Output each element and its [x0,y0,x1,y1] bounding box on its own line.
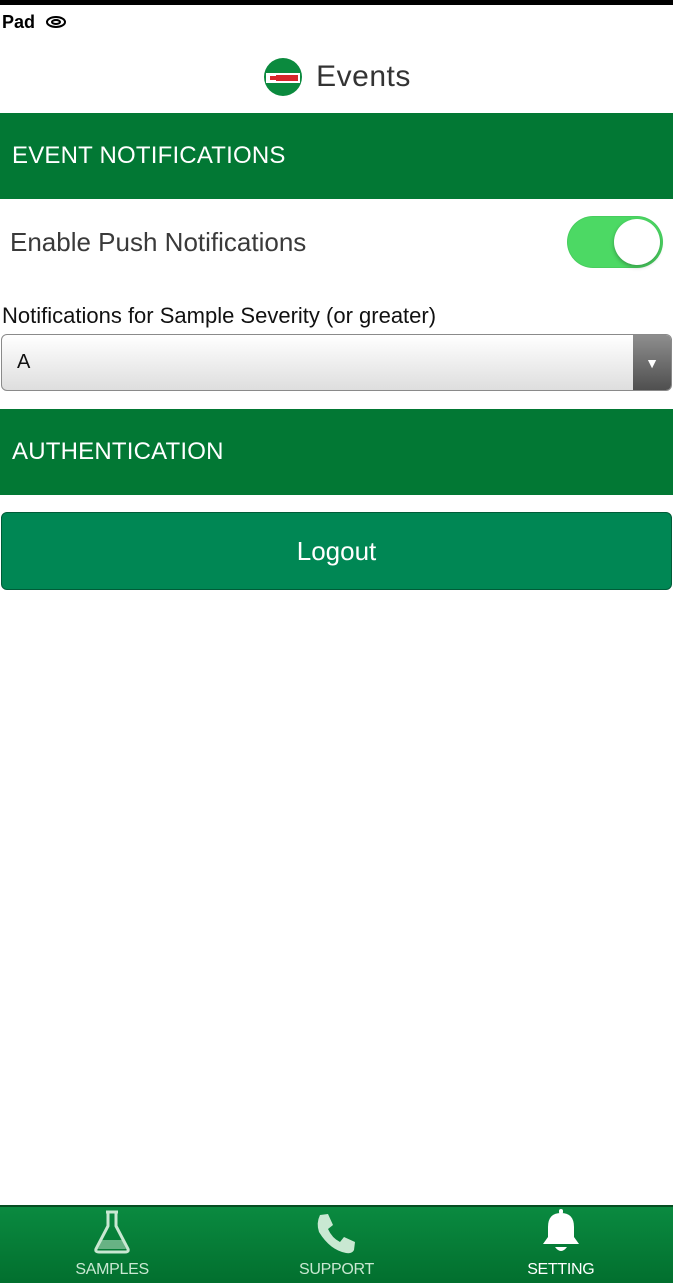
carrier-label: Pad [2,11,36,32]
severity-label: Notifications for Sample Severity (or gr… [2,303,437,328]
severity-selected-value: A [17,351,31,373]
push-notifications-toggle[interactable] [567,216,663,268]
app-logo-icon [262,57,304,97]
tab-samples-label: SAMPLES [75,1261,149,1278]
status-bar: Pad [0,10,673,34]
severity-select[interactable]: A ▼ [1,334,672,391]
logout-button[interactable]: Logout [1,512,672,590]
push-notifications-row: Enable Push Notifications [0,199,673,285]
tab-setting-label: SETTING [527,1261,595,1278]
tab-samples[interactable]: SAMPLES [0,1207,224,1283]
bell-icon [540,1209,582,1255]
flask-icon [92,1209,132,1255]
tab-support-label: SUPPORT [299,1261,374,1278]
page-title: Events [316,60,411,93]
chevron-down-icon: ▼ [633,335,671,390]
push-notifications-label: Enable Push Notifications [10,226,307,257]
bottom-tab-bar: SAMPLES SUPPORT SETTING [0,1205,673,1283]
toggle-knob [614,219,660,265]
phone-icon [314,1209,358,1255]
app-header: Events [0,53,673,101]
wifi-icon [45,14,67,30]
tab-setting[interactable]: SETTING [449,1207,673,1283]
section-header-authentication: AUTHENTICATION [0,409,673,495]
section-header-event-notifications: EVENT NOTIFICATIONS [0,113,673,199]
tab-support[interactable]: SUPPORT [224,1207,448,1283]
app-screen: Pad Events EVENT NOTIFICATIONS Enable Pu… [0,0,673,1283]
